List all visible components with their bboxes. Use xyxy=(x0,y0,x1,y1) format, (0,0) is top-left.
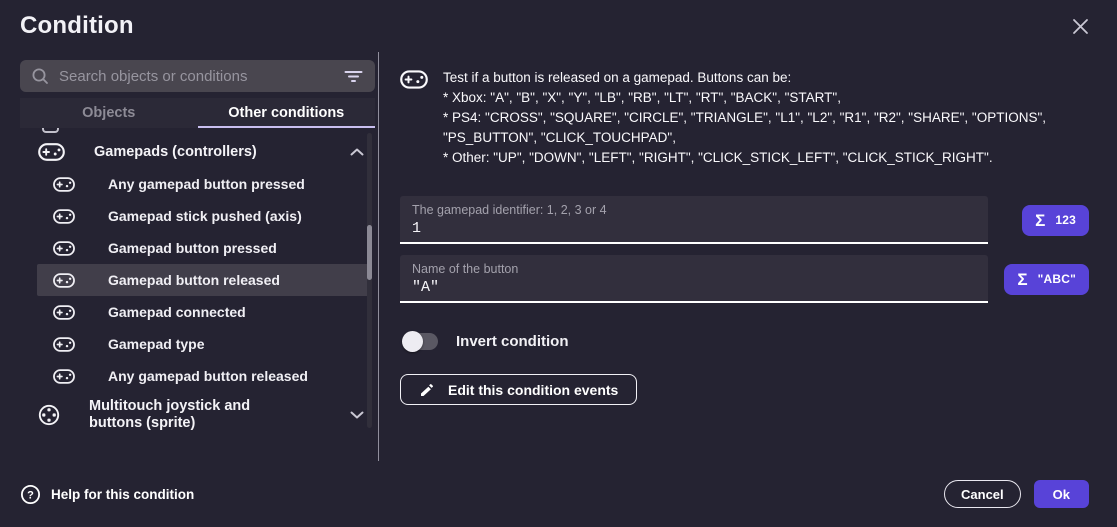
group-label: Multitouch joystick and buttons (sprite) xyxy=(89,398,301,432)
open-string-expression-editor-button[interactable]: Σ "ABC" xyxy=(1004,264,1089,295)
gamepad-icon xyxy=(38,143,65,161)
invert-condition-toggle[interactable] xyxy=(404,333,438,350)
close-button[interactable] xyxy=(1070,16,1091,37)
tab-other-conditions[interactable]: Other conditions xyxy=(198,98,376,128)
sigma-icon: Σ xyxy=(1035,212,1045,229)
cancel-button[interactable]: Cancel xyxy=(944,480,1021,508)
filter-icon xyxy=(344,70,363,83)
toggle-knob xyxy=(402,331,423,352)
close-icon xyxy=(1072,18,1089,35)
dialog-header: Condition xyxy=(0,0,1117,52)
open-numeric-expression-editor-button[interactable]: Σ 123 xyxy=(1022,205,1089,236)
gamepad-icon xyxy=(53,273,75,288)
conditions-list: Gamepads (controllers) Any gamepad butto… xyxy=(20,128,378,461)
pencil-icon xyxy=(419,382,435,398)
button-name-field[interactable]: Name of the button "A" xyxy=(400,255,988,303)
list-item[interactable]: Gamepad type xyxy=(37,328,371,360)
list-item-label: Any gamepad button released xyxy=(108,368,308,384)
list-item-label: Gamepad type xyxy=(108,336,204,352)
list-item[interactable]: Gamepad stick pushed (axis) xyxy=(37,200,371,232)
field-label: Name of the button xyxy=(412,262,976,276)
search-icon xyxy=(31,67,49,85)
search-bar xyxy=(20,60,375,92)
conditions-sidebar: Objects Other conditions Gamepads (contr… xyxy=(0,52,379,461)
list-item-selected[interactable]: Gamepad button released xyxy=(37,264,371,296)
description-line: * Other: "UP", "DOWN", "LEFT", "RIGHT", … xyxy=(443,148,1046,168)
description-line: * Xbox: "A", "B", "X", "Y", "LB", "RB", … xyxy=(443,88,1046,108)
svg-text:?: ? xyxy=(27,489,34,501)
invert-condition-label: Invert condition xyxy=(456,333,569,350)
gamepad-identifier-field-row: The gamepad identifier: 1, 2, 3 or 4 1 Σ… xyxy=(400,196,1089,244)
dialog-body: Objects Other conditions Gamepads (contr… xyxy=(0,52,1117,461)
edit-condition-events-button[interactable]: Edit this condition events xyxy=(400,374,637,405)
help-icon: ? xyxy=(20,484,41,505)
expression-button-wrap: Σ 123 xyxy=(988,205,1089,236)
list-item[interactable]: Gamepad button pressed xyxy=(37,232,371,264)
chevron-down-icon xyxy=(350,411,364,419)
button-name-field-row: Name of the button "A" Σ "ABC" xyxy=(400,255,1089,303)
filter-button[interactable] xyxy=(342,68,365,85)
list-item[interactable]: Any gamepad button released xyxy=(37,360,371,392)
multitouch-joystick-icon xyxy=(38,404,60,426)
page-title: Condition xyxy=(20,12,134,40)
gamepad-icon xyxy=(400,70,428,168)
description-line: Test if a button is released on a gamepa… xyxy=(443,68,1046,88)
field-value: 1 xyxy=(412,220,976,237)
gamepad-icon xyxy=(53,177,75,192)
help-label: Help for this condition xyxy=(51,487,194,502)
field-value: "A" xyxy=(412,279,976,296)
edit-condition-events-label: Edit this condition events xyxy=(448,382,618,398)
list-item-label: Gamepad button pressed xyxy=(108,240,277,256)
sidebar-scrollbar-track[interactable] xyxy=(367,133,372,428)
ok-button[interactable]: Ok xyxy=(1034,480,1089,508)
sidebar-scrollbar-thumb[interactable] xyxy=(367,225,372,280)
group-multitouch-joystick[interactable]: Multitouch joystick and buttons (sprite) xyxy=(20,396,372,434)
condition-dialog: Condition Objects xyxy=(0,0,1117,527)
tab-objects[interactable]: Objects xyxy=(20,98,198,128)
list-item[interactable]: Any gamepad button pressed xyxy=(37,168,371,200)
description-line: * PS4: "CROSS", "SQUARE", "CIRCLE", "TRI… xyxy=(443,108,1046,128)
list-item-label: Gamepad button released xyxy=(108,272,280,288)
sigma-icon: Σ xyxy=(1017,271,1027,288)
gamepad-icon xyxy=(53,209,75,224)
condition-detail-panel: Test if a button is released on a gamepa… xyxy=(379,52,1117,461)
list-item[interactable]: Gamepad connected xyxy=(37,296,371,328)
partial-scrolled-item-icon xyxy=(42,128,59,133)
gamepad-icon xyxy=(53,369,75,384)
chevron-up-icon xyxy=(350,148,364,156)
description-line: "PS_BUTTON", "CLICK_TOUCHPAD", xyxy=(443,128,1046,148)
dialog-footer: ? Help for this condition Cancel Ok xyxy=(0,461,1117,527)
gamepad-identifier-field[interactable]: The gamepad identifier: 1, 2, 3 or 4 1 xyxy=(400,196,988,244)
help-for-condition-button[interactable]: ? Help for this condition xyxy=(20,484,194,505)
list-item-label: Gamepad stick pushed (axis) xyxy=(108,208,302,224)
condition-description: Test if a button is released on a gamepa… xyxy=(400,68,1089,168)
gamepad-icon xyxy=(53,305,75,320)
gamepad-icon xyxy=(53,337,75,352)
search-input[interactable] xyxy=(59,68,342,85)
invert-condition-row: Invert condition xyxy=(403,330,1089,352)
list-item-label: Any gamepad button pressed xyxy=(108,176,305,192)
group-gamepads-controllers[interactable]: Gamepads (controllers) xyxy=(20,136,372,168)
group-label: Gamepads (controllers) xyxy=(94,144,257,161)
expression-kind-label: 123 xyxy=(1055,213,1076,227)
field-label: The gamepad identifier: 1, 2, 3 or 4 xyxy=(412,203,976,217)
list-item-label: Gamepad connected xyxy=(108,304,246,320)
gamepad-icon xyxy=(53,241,75,256)
expression-kind-label: "ABC" xyxy=(1038,272,1076,286)
expression-button-wrap: Σ "ABC" xyxy=(988,264,1089,295)
sidebar-tabs: Objects Other conditions xyxy=(20,98,375,128)
